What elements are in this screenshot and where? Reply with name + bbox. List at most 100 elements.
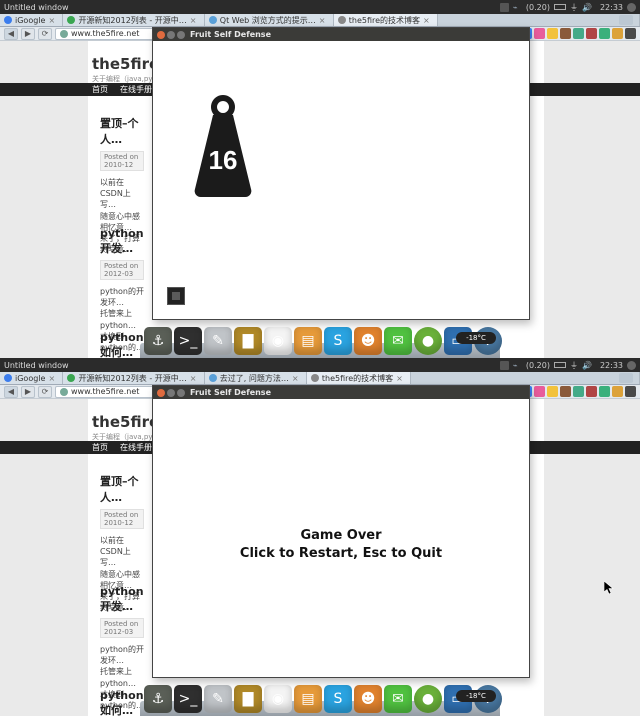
dock-terminal-icon[interactable]: >_ [174,685,202,713]
ext-icon[interactable] [560,386,571,397]
ext-icon[interactable] [599,28,610,39]
wrench-icon[interactable] [625,28,636,39]
wrench-icon[interactable] [625,386,636,397]
dock-skype-icon[interactable]: S [324,685,352,713]
ext-icon[interactable] [534,386,545,397]
post-title[interactable]: python如何… [100,331,144,360]
dock-anchor-icon[interactable]: ⚓ [144,685,172,713]
wifi-icon[interactable]: ⏚ [570,360,578,371]
browser-tab[interactable]: Qt Web 浏览方式的提示…× [205,14,334,26]
back-button[interactable]: ◀ [4,28,18,40]
ext-icon[interactable] [612,386,623,397]
dock-book-icon[interactable]: ▇ [234,327,262,355]
newtab-button[interactable] [619,15,633,25]
back-button[interactable]: ◀ [4,386,18,398]
post-title[interactable]: 置顶–个人… [100,115,144,147]
dock-orb-icon[interactable]: ● [414,685,442,713]
bluetooth-icon[interactable]: ⌁ [513,361,522,370]
reload-button[interactable]: ⟳ [38,28,52,40]
post-title[interactable]: python开发… [100,585,144,614]
browser-tab[interactable]: the5fire的技术博客× [334,14,438,26]
dock-chrome-icon[interactable]: ◉ [264,327,292,355]
ext-icon[interactable] [573,386,584,397]
browser-tab[interactable]: iGoogle× [0,372,63,384]
window-min-icon[interactable] [167,31,175,39]
wifi-icon[interactable]: ⏚ [570,2,578,13]
game-canvas[interactable]: 16 [153,41,529,319]
browser-tab[interactable]: the5fire的技术博客× [307,372,411,384]
window-close-icon[interactable] [157,31,165,39]
dock-chat-icon[interactable]: ☻ [354,685,382,713]
browser-tab[interactable]: iGoogle× [0,14,63,26]
tab-close-icon[interactable]: × [292,374,300,382]
browser-tab[interactable]: 开源新知2012列表 - 开源中…× [63,372,204,384]
game-canvas[interactable]: Game Over Click to Restart, Esc to Quit [153,399,529,677]
dock-chrome-icon[interactable]: ◉ [264,685,292,713]
battery-icon[interactable] [554,362,566,368]
dock-files-icon[interactable]: ▤ [294,685,322,713]
dock-wechat-icon[interactable]: ✉ [384,685,412,713]
forward-button[interactable]: ▶ [21,386,35,398]
mail-icon[interactable] [500,3,509,12]
nav-link[interactable]: 首页 [92,84,108,95]
ext-icon[interactable] [573,28,584,39]
nav-link[interactable]: 首页 [92,442,108,453]
dock-terminal-icon[interactable]: >_ [174,327,202,355]
weight-number: 16 [209,145,238,175]
tab-close-icon[interactable]: × [48,374,56,382]
ext-icon[interactable] [547,386,558,397]
tab-close-icon[interactable]: × [190,374,198,382]
ext-icon[interactable] [560,28,571,39]
mail-icon[interactable] [500,361,509,370]
battery-icon[interactable] [554,4,566,10]
nav-link[interactable]: 在线手册 [120,84,152,95]
post-title[interactable]: python如何… [100,689,144,718]
volume-icon[interactable]: 🔊 [582,361,592,370]
ext-icon[interactable] [547,28,558,39]
ext-icon[interactable] [586,386,597,397]
game-titlebar[interactable]: Fruit Self Defense [153,386,529,399]
volume-icon[interactable]: 🔊 [582,3,592,12]
dock-anchor-icon[interactable]: ⚓ [144,327,172,355]
dock-orb-icon[interactable]: ● [414,327,442,355]
tab-close-icon[interactable]: × [423,16,431,24]
user-icon[interactable] [627,3,636,12]
browser-tab[interactable]: 开源新知2012列表 - 开源中…× [63,14,204,26]
dock-editor-icon[interactable]: ✎ [204,685,232,713]
window-max-icon[interactable] [177,31,185,39]
ext-icon[interactable] [534,28,545,39]
clock[interactable]: 22:33 [600,3,623,12]
dock-chat-icon[interactable]: ☻ [354,327,382,355]
reload-button[interactable]: ⟳ [38,386,52,398]
ext-icon[interactable] [612,28,623,39]
newtab-button[interactable] [619,373,633,383]
dock-skype-icon[interactable]: S [324,327,352,355]
ext-icon[interactable] [599,386,610,397]
game-window[interactable]: Fruit Self Defense Game Over Click to Re… [152,385,530,678]
weather-badge[interactable]: -18°C [456,690,496,702]
dock-editor-icon[interactable]: ✎ [204,327,232,355]
tab-close-icon[interactable]: × [396,374,404,382]
game-titlebar[interactable]: Fruit Self Defense [153,28,529,41]
window-close-icon[interactable] [157,389,165,397]
post-title[interactable]: python开发… [100,227,144,256]
weather-badge[interactable]: -18°C [456,332,496,344]
tab-close-icon[interactable]: × [319,16,327,24]
user-icon[interactable] [627,361,636,370]
dock-files-icon[interactable]: ▤ [294,327,322,355]
forward-button[interactable]: ▶ [21,28,35,40]
post-title[interactable]: 置顶–个人… [100,473,144,505]
ext-icon[interactable] [586,28,597,39]
dock-wechat-icon[interactable]: ✉ [384,327,412,355]
window-max-icon[interactable] [177,389,185,397]
tab-close-icon[interactable]: × [190,16,198,24]
tab-close-icon[interactable]: × [48,16,56,24]
browser-tab[interactable]: 去过了, 问题方法…× [205,372,307,384]
dock-book-icon[interactable]: ▇ [234,685,262,713]
dock: django (1) ⚓ >_ ✎ ▇ ◉ ▤ S ☻ ✉ ● ▭ ? -18°… [140,318,500,358]
clock[interactable]: 22:33 [600,361,623,370]
bluetooth-icon[interactable]: ⌁ [513,3,522,12]
game-window[interactable]: Fruit Self Defense 16 [152,27,530,320]
window-min-icon[interactable] [167,389,175,397]
nav-link[interactable]: 在线手册 [120,442,152,453]
